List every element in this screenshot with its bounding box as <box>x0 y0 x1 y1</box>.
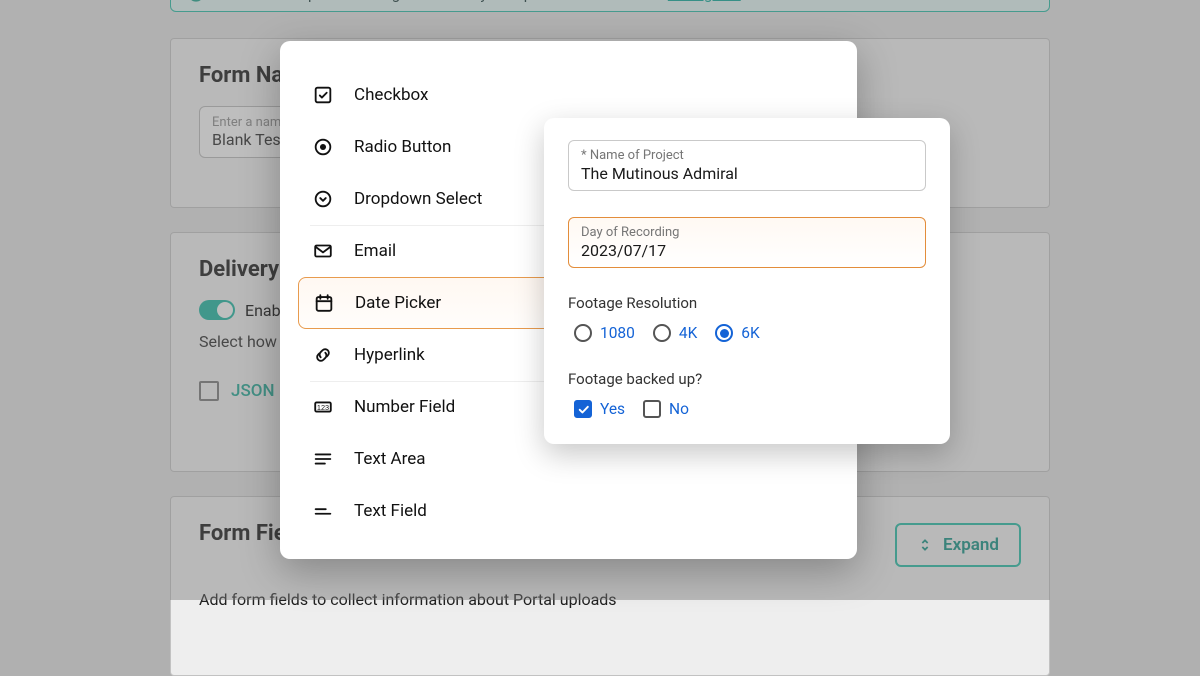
email-icon <box>312 240 334 262</box>
form-preview-popover: * Name of Project The Mutinous Admiral D… <box>544 118 950 444</box>
field-type-label: Radio Button <box>354 137 451 157</box>
recording-day-label: Day of Recording <box>581 225 913 240</box>
resolution-option-4k[interactable]: 4K <box>653 324 697 342</box>
radio-icon <box>653 324 671 342</box>
option-label: Yes <box>600 400 625 418</box>
resolution-option-1080[interactable]: 1080 <box>574 324 635 342</box>
field-type-label: Number Field <box>354 397 455 417</box>
project-name-value: The Mutinous Admiral <box>581 164 913 183</box>
project-name-field[interactable]: * Name of Project The Mutinous Admiral <box>568 140 926 191</box>
backup-option-yes[interactable]: Yes <box>574 400 625 418</box>
resolution-options: 1080 4K 6K <box>568 324 926 342</box>
option-label: 4K <box>679 324 697 342</box>
backup-options: Yes No <box>568 400 926 418</box>
dropdown-icon <box>312 188 334 210</box>
field-type-textfield[interactable]: Text Field <box>280 485 857 537</box>
resolution-option-6k[interactable]: 6K <box>715 324 759 342</box>
field-type-label: Text Area <box>354 449 426 469</box>
checkbox-icon <box>574 400 592 418</box>
link-icon <box>312 344 334 366</box>
field-type-label: Hyperlink <box>354 345 425 365</box>
option-label: 6K <box>741 324 759 342</box>
recording-day-field[interactable]: Day of Recording 2023/07/17 <box>568 217 926 268</box>
field-type-label: Text Field <box>354 501 427 521</box>
checkbox-icon <box>643 400 661 418</box>
field-type-checkbox[interactable]: Checkbox <box>280 69 857 121</box>
project-name-label: * Name of Project <box>581 148 913 163</box>
svg-text:123: 123 <box>317 403 329 412</box>
radio-icon <box>312 136 334 158</box>
option-label: No <box>669 400 689 418</box>
textarea-icon <box>312 448 334 470</box>
resolution-label: Footage Resolution <box>568 294 926 312</box>
checkbox-icon <box>312 84 334 106</box>
option-label: 1080 <box>600 324 635 342</box>
radio-icon <box>715 324 733 342</box>
calendar-icon <box>313 292 335 314</box>
recording-day-value: 2023/07/17 <box>581 241 913 260</box>
radio-icon <box>574 324 592 342</box>
field-type-label: Checkbox <box>354 85 428 105</box>
backup-option-no[interactable]: No <box>643 400 689 418</box>
field-type-label: Dropdown Select <box>354 189 482 209</box>
backup-label: Footage backed up? <box>568 370 926 388</box>
number-icon: 123 <box>312 396 334 418</box>
textfield-icon <box>312 500 334 522</box>
field-type-label: Date Picker <box>355 293 441 313</box>
field-type-label: Email <box>354 241 396 261</box>
